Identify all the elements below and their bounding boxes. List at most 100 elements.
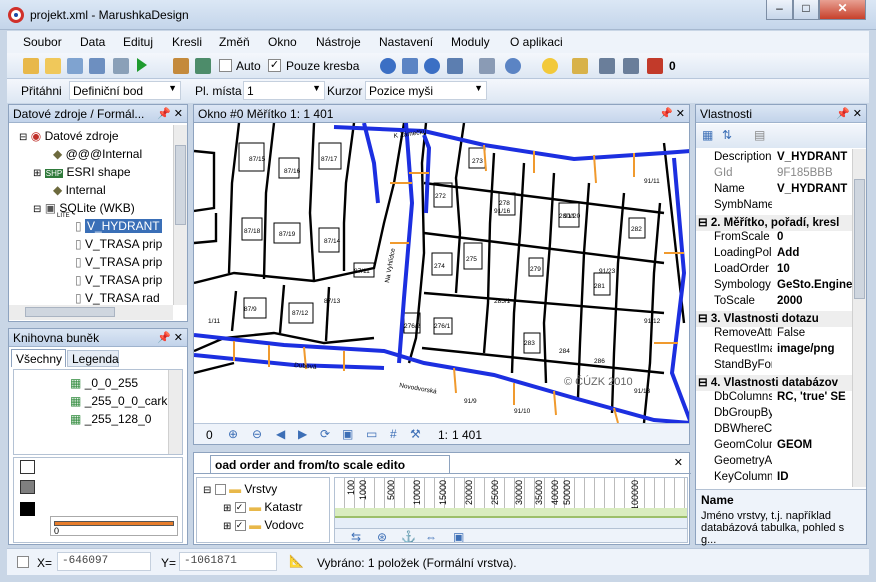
select-filter-icon[interactable] xyxy=(599,58,615,74)
tree-item-internal-aaa[interactable]: ◆ @@@Internal xyxy=(53,147,142,161)
prop-symbology[interactable]: Symbology GeSto.Engine xyxy=(696,279,853,295)
cell-item[interactable]: ▦ _0_0_255 xyxy=(70,376,138,390)
menu-edituj[interactable]: Edituj xyxy=(123,35,153,49)
prop-geometryag[interactable]: GeometryAg xyxy=(696,455,853,471)
layer-checkbox[interactable] xyxy=(214,484,226,496)
target-icon[interactable]: ⊛ xyxy=(377,530,387,542)
image-icon[interactable]: ▣ xyxy=(342,427,353,441)
layer-icon[interactable] xyxy=(67,58,83,74)
tree-item-v-trasa-4[interactable]: ▯ V_TRASA rad xyxy=(75,291,160,305)
close-button[interactable]: ✕ xyxy=(819,0,866,20)
property-pages-icon[interactable]: ▤ xyxy=(754,128,765,142)
zoom-in-icon[interactable]: ⊕ xyxy=(228,427,238,441)
prop-name-row[interactable]: Name V_HYDRANT xyxy=(696,183,853,199)
tree-item-sqlite[interactable]: ⊟ ▣ LITE SQLite (WKB) xyxy=(33,201,135,219)
close-icon[interactable]: ✕ xyxy=(674,456,683,469)
datasources-vscroll[interactable] xyxy=(173,125,187,305)
tab-legenda[interactable]: Legenda xyxy=(67,350,119,367)
prop-gid[interactable]: GId 9F185BBB xyxy=(696,167,853,183)
eraser-icon[interactable] xyxy=(173,58,189,74)
pouze-kresba-checkbox[interactable]: ✓ xyxy=(268,59,281,72)
smiley-icon[interactable] xyxy=(542,58,558,74)
menu-kresli[interactable]: Kresli xyxy=(172,35,202,49)
layer-item-vodovod[interactable]: ⊞ ✓ ▬ Vodovc xyxy=(223,518,304,532)
tree-item-v-trasa-2[interactable]: ▯ V_TRASA prip xyxy=(75,255,162,269)
zoom-out-icon[interactable]: ⊖ xyxy=(252,427,262,441)
pan-left-icon[interactable]: ◀ xyxy=(276,427,285,441)
maximize-button[interactable]: □ xyxy=(793,0,819,20)
map-tool-icon[interactable] xyxy=(195,58,211,74)
prop-dbgroupby[interactable]: DbGroupByC xyxy=(696,407,853,423)
pin-tool-icon[interactable] xyxy=(479,58,495,74)
kurzor-select[interactable]: Pozice myši ▼ xyxy=(365,81,487,100)
cadastral-map[interactable]: K Zámečku Na Vyhlídce Novodvorská Dubová… xyxy=(194,123,690,425)
prop-category-scale[interactable]: ⊟ 2. Měřítko, pořadí, kresl xyxy=(696,215,853,231)
prop-requestima[interactable]: RequestIma image/png xyxy=(696,343,853,359)
scale-range-vodovod[interactable] xyxy=(335,518,687,528)
scale-range-katastr[interactable] xyxy=(335,508,687,516)
layer-checkbox[interactable]: ✓ xyxy=(234,520,246,532)
table-icon[interactable] xyxy=(89,58,105,74)
globe-icon[interactable] xyxy=(447,58,463,74)
menu-data[interactable]: Data xyxy=(80,35,105,49)
pin-icon[interactable]: 📌 ✕ xyxy=(836,107,862,120)
select-move-icon[interactable] xyxy=(623,58,639,74)
prop-geomcolumn[interactable]: GeomColum GEOM xyxy=(696,439,853,455)
pritahni-select[interactable]: Definiční bod ▼ xyxy=(69,81,181,100)
sort-az-icon[interactable]: ⇅ xyxy=(722,128,732,142)
prop-description[interactable]: Description V_HYDRANT xyxy=(696,151,853,167)
window-icon[interactable]: ▭ xyxy=(366,427,377,441)
prop-fromscale[interactable]: FromScale 0 xyxy=(696,231,853,247)
prop-dbwhere[interactable]: DBWhereCl xyxy=(696,423,853,439)
layer-checkbox[interactable]: ✓ xyxy=(234,502,246,514)
select-arrow-icon[interactable] xyxy=(572,58,588,74)
menu-zmen[interactable]: Změň xyxy=(219,35,250,49)
picture-icon[interactable]: ▣ xyxy=(453,530,464,542)
tools-icon[interactable]: ⚒ xyxy=(410,427,421,441)
tree-item-internal[interactable]: ◆ Internal xyxy=(53,183,106,197)
scroll-thumb[interactable] xyxy=(25,307,115,317)
open-icon[interactable] xyxy=(23,58,39,74)
pin-icon[interactable]: 📌 ✕ xyxy=(659,107,685,120)
prop-keycolumn[interactable]: KeyColumn ID xyxy=(696,471,853,487)
tree-item-v-trasa-3[interactable]: ▯ V_TRASA prip xyxy=(75,273,162,287)
refresh-icon[interactable]: ⟳ xyxy=(320,427,330,441)
prop-loadingpolicy[interactable]: LoadingPolic Add xyxy=(696,247,853,263)
menu-nastroje[interactable]: Nástroje xyxy=(316,35,361,49)
grid-icon[interactable]: # xyxy=(390,427,397,441)
pin-icon[interactable]: 📌 ✕ xyxy=(157,331,183,344)
menu-o-aplikaci[interactable]: O aplikaci xyxy=(510,35,563,49)
prop-toscale[interactable]: ToScale 2000 xyxy=(696,295,853,311)
arrows-icon[interactable]: ⇔ xyxy=(425,530,437,542)
scroll-thumb[interactable] xyxy=(854,179,865,299)
menu-moduly[interactable]: Moduly xyxy=(451,35,490,49)
run-icon[interactable] xyxy=(137,58,147,72)
menu-nastaveni[interactable]: Nastavení xyxy=(379,35,433,49)
pl-mista-select[interactable]: 1 ▼ xyxy=(243,81,325,100)
prop-category-query[interactable]: ⊟ 3. Vlastnosti dotazu xyxy=(696,311,853,327)
menu-soubor[interactable]: Soubor xyxy=(23,35,62,49)
info-circle-icon[interactable] xyxy=(424,58,440,74)
cell-item[interactable]: ▦ _255_0_0_cark xyxy=(70,394,167,408)
anchor-icon[interactable]: ⚓ xyxy=(401,530,416,542)
layer-item-katastr[interactable]: ⊞ ✓ ▬ Katastr xyxy=(223,500,302,514)
cell-vscroll[interactable] xyxy=(168,370,182,454)
prop-loadorder[interactable]: LoadOrder 10 xyxy=(696,263,853,279)
info-dropdown-icon[interactable] xyxy=(505,58,521,74)
deselect-icon[interactable] xyxy=(647,58,663,74)
layer-load-tab[interactable]: oad order and from/to scale edito xyxy=(210,455,450,473)
folder-icon[interactable] xyxy=(45,58,61,74)
scroll-thumb[interactable] xyxy=(175,145,186,225)
tree-item-v-hydrant[interactable]: ▯ V_HYDRANT xyxy=(75,219,162,233)
status-checkbox[interactable] xyxy=(17,556,29,568)
minimize-button[interactable]: – xyxy=(766,0,793,20)
info-icon[interactable] xyxy=(380,58,396,74)
prop-category-db[interactable]: ⊟ 4. Vlastnosti databázov xyxy=(696,375,853,391)
swap-icon[interactable]: ⇆ xyxy=(351,530,361,542)
layer-root[interactable]: ⊟ ▬ Vrstvy xyxy=(203,482,277,496)
properties-vscroll[interactable] xyxy=(852,149,866,487)
cell-item[interactable]: ▦ _255_128_0 xyxy=(70,412,151,426)
map-canvas[interactable]: K Zámečku Na Vyhlídce Novodvorská Dubová… xyxy=(193,122,690,445)
prop-removeattri[interactable]: RemoveAttri False xyxy=(696,327,853,343)
datasources-hscroll[interactable] xyxy=(9,305,173,320)
